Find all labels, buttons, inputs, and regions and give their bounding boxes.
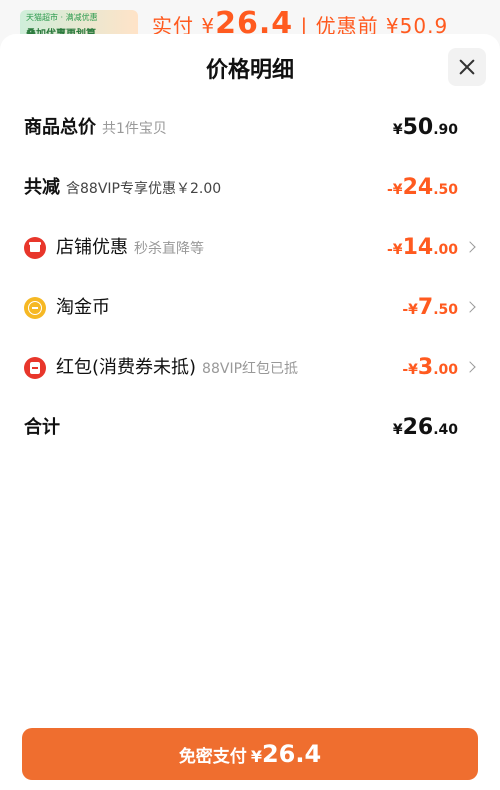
sum-currency: ¥ bbox=[392, 422, 403, 438]
row-taojinbi[interactable]: 淘金币 -¥7.50 bbox=[0, 288, 500, 328]
total-reduce-title: 共减 bbox=[24, 177, 60, 198]
row-total-reduce-label: 共减 含88VIP专享优惠￥2.00 bbox=[24, 168, 221, 208]
price-detail-sheet: 价格明细 商品总价 共1件宝贝 ¥50.90 共减 含88VIP专享优惠￥2.00 … bbox=[0, 34, 500, 790]
total-reduce-amount: -¥24.50 bbox=[387, 168, 458, 208]
red-packet-icon bbox=[24, 357, 46, 379]
taojinbi-prefix: -¥ bbox=[402, 302, 418, 318]
goods-total-amount: ¥50.90 bbox=[393, 108, 458, 148]
red-packet-prefix: -¥ bbox=[402, 362, 418, 378]
row-goods-total: 商品总价 共1件宝贝 ¥50.90 bbox=[0, 108, 500, 148]
goods-total-title: 商品总价 bbox=[24, 117, 96, 138]
chevron-right-icon bbox=[464, 301, 476, 313]
sum-int: 26 bbox=[402, 415, 434, 440]
red-packet-title: 红包(消费券未抵) bbox=[56, 357, 197, 378]
total-reduce-prefix: -¥ bbox=[387, 182, 403, 198]
store-discount-title: 店铺优惠 bbox=[56, 237, 128, 258]
store-discount-dec: .00 bbox=[433, 242, 458, 258]
store-icon bbox=[24, 237, 46, 259]
store-discount-sub: 秒杀直降等 bbox=[134, 241, 204, 257]
close-icon[interactable] bbox=[448, 48, 486, 86]
store-discount-amount: -¥14.00 bbox=[387, 228, 458, 268]
goods-total-currency: ¥ bbox=[392, 122, 403, 138]
chevron-right-icon bbox=[464, 241, 476, 253]
sum-title: 合计 bbox=[24, 417, 60, 438]
taojinbi-amount: -¥7.50 bbox=[402, 288, 458, 328]
red-packet-int: 3 bbox=[417, 355, 434, 380]
total-reduce-int: 24 bbox=[402, 175, 434, 200]
goods-total-int: 50 bbox=[402, 115, 434, 140]
taojinbi-dec: .50 bbox=[433, 302, 458, 318]
taojinbi-title: 淘金币 bbox=[56, 297, 110, 318]
row-taojinbi-label: 淘金币 bbox=[56, 288, 110, 328]
total-reduce-dec: .50 bbox=[433, 182, 458, 198]
goods-total-sub: 共1件宝贝 bbox=[102, 121, 167, 137]
store-discount-prefix: -¥ bbox=[387, 242, 403, 258]
pay-button-amount: 26.4 bbox=[261, 740, 322, 768]
promo-badge-line1: 天猫超市 · 满减优惠 bbox=[26, 13, 98, 22]
red-packet-amount: -¥3.00 bbox=[402, 348, 458, 388]
taojinbi-int: 7 bbox=[417, 295, 434, 320]
store-discount-int: 14 bbox=[402, 235, 434, 260]
total-reduce-sub: 含88VIP专享优惠￥2.00 bbox=[66, 181, 222, 197]
red-packet-dec: .00 bbox=[433, 362, 458, 378]
row-red-packet-label: 红包(消费券未抵) 88VIP红包已抵 bbox=[56, 348, 298, 388]
chevron-right-icon bbox=[464, 361, 476, 373]
pay-button-label: 免密支付 bbox=[178, 747, 247, 767]
sum-dec: .40 bbox=[433, 422, 458, 438]
coin-icon bbox=[24, 297, 46, 319]
row-goods-total-label: 商品总价 共1件宝贝 bbox=[24, 108, 167, 148]
row-sum: 合计 ¥26.40 bbox=[0, 408, 500, 448]
sheet-title: 价格明细 bbox=[205, 58, 294, 83]
row-store-discount[interactable]: 店铺优惠 秒杀直降等 -¥14.00 bbox=[0, 228, 500, 268]
pay-button-currency: ¥ bbox=[250, 747, 262, 766]
goods-total-dec: .90 bbox=[433, 122, 458, 138]
row-sum-label: 合计 bbox=[24, 408, 60, 448]
pay-button[interactable]: 免密支付 ¥26.4 bbox=[22, 728, 478, 780]
row-total-reduce: 共减 含88VIP专享优惠￥2.00 -¥24.50 bbox=[0, 168, 500, 208]
sum-amount: ¥26.40 bbox=[393, 408, 458, 448]
row-store-discount-label: 店铺优惠 秒杀直降等 bbox=[56, 228, 204, 268]
red-packet-sub: 88VIP红包已抵 bbox=[202, 361, 299, 377]
row-red-packet[interactable]: 红包(消费券未抵) 88VIP红包已抵 -¥3.00 bbox=[0, 348, 500, 388]
